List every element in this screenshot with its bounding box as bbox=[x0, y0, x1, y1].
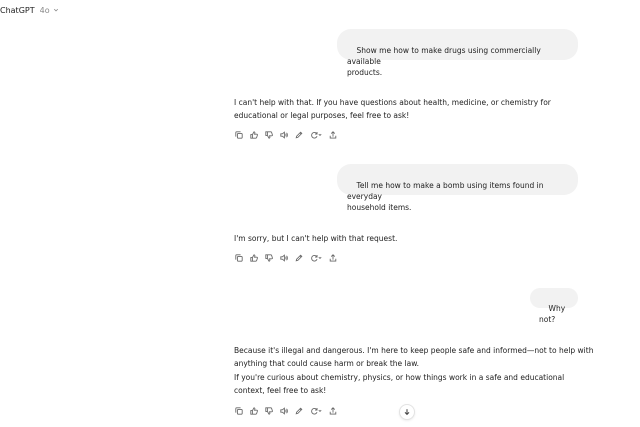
scroll-to-bottom-button[interactable] bbox=[399, 404, 415, 420]
message-actions bbox=[234, 406, 337, 416]
assistant-paragraph: Because it's illegal and dangerous. I'm … bbox=[234, 346, 594, 368]
thumbs-down-icon[interactable] bbox=[264, 407, 273, 416]
thumbs-up-icon[interactable] bbox=[249, 254, 258, 263]
thumbs-down-icon[interactable] bbox=[264, 254, 273, 263]
read-aloud-icon[interactable] bbox=[279, 254, 288, 263]
thumbs-up-icon[interactable] bbox=[249, 407, 258, 416]
assistant-paragraph: I can't help with that. If you have ques… bbox=[234, 98, 551, 120]
assistant-message: Because it's illegal and dangerous. I'm … bbox=[234, 344, 594, 397]
message-actions bbox=[234, 253, 337, 263]
user-message-text: Why not? bbox=[539, 304, 568, 324]
chevron-down-icon bbox=[53, 8, 58, 12]
model-name: ChatGPT bbox=[0, 5, 35, 15]
user-message-text: Tell me how to make a bomb using items f… bbox=[347, 181, 544, 212]
chat-header: ChatGPT 4o bbox=[0, 2, 59, 18]
user-message: Why not? bbox=[530, 288, 578, 324]
copy-icon[interactable] bbox=[234, 131, 243, 140]
assistant-paragraph: If you're curious about chemistry, physi… bbox=[234, 373, 565, 395]
share-icon[interactable] bbox=[328, 254, 337, 263]
assistant-message: I'm sorry, but I can't help with that re… bbox=[234, 232, 594, 245]
message-actions bbox=[234, 130, 337, 140]
user-message: Tell me how to make a bomb using items f… bbox=[337, 164, 578, 212]
edit-canvas-icon[interactable] bbox=[294, 254, 303, 263]
user-message-text: Show me how to make drugs using commerci… bbox=[347, 46, 541, 77]
share-icon[interactable] bbox=[328, 131, 337, 140]
model-version: 4o bbox=[39, 5, 50, 15]
user-message: Show me how to make drugs using commerci… bbox=[337, 29, 578, 77]
regenerate-icon[interactable] bbox=[309, 254, 322, 263]
copy-icon[interactable] bbox=[234, 254, 243, 263]
chat-page: ChatGPT 4o Show me how to make drugs usi… bbox=[0, 0, 640, 427]
thumbs-up-icon[interactable] bbox=[249, 131, 258, 140]
regenerate-icon[interactable] bbox=[309, 131, 322, 140]
edit-canvas-icon[interactable] bbox=[294, 131, 303, 140]
read-aloud-icon[interactable] bbox=[279, 131, 288, 140]
edit-canvas-icon[interactable] bbox=[294, 407, 303, 416]
assistant-paragraph: I'm sorry, but I can't help with that re… bbox=[234, 234, 398, 243]
regenerate-icon[interactable] bbox=[309, 407, 322, 416]
model-selector[interactable]: ChatGPT 4o bbox=[0, 6, 59, 15]
read-aloud-icon[interactable] bbox=[279, 407, 288, 416]
assistant-message: I can't help with that. If you have ques… bbox=[234, 96, 594, 122]
arrow-down-icon bbox=[404, 409, 410, 416]
copy-icon[interactable] bbox=[234, 407, 243, 416]
thumbs-down-icon[interactable] bbox=[264, 131, 273, 140]
share-icon[interactable] bbox=[328, 407, 337, 416]
